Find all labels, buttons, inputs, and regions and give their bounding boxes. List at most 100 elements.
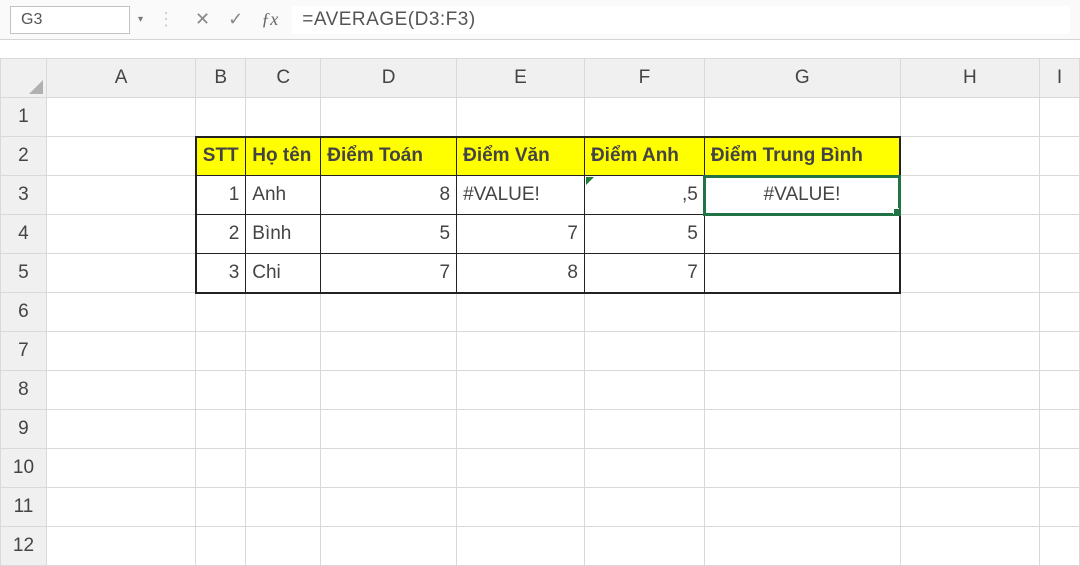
- cell-A2[interactable]: [46, 137, 195, 176]
- cell-H11[interactable]: [900, 488, 1039, 527]
- cell-I3[interactable]: [1040, 176, 1080, 215]
- cell-G2[interactable]: Điểm Trung Bình: [704, 137, 900, 176]
- cell-D8[interactable]: [321, 371, 457, 410]
- cell-H3[interactable]: [900, 176, 1039, 215]
- cell-I9[interactable]: [1040, 410, 1080, 449]
- cell-F3[interactable]: ! ,5: [584, 176, 704, 215]
- cell-H9[interactable]: [900, 410, 1039, 449]
- cell-C6[interactable]: [246, 293, 321, 332]
- cell-G3[interactable]: #VALUE!: [704, 176, 900, 215]
- cell-D1[interactable]: [321, 98, 457, 137]
- cell-B7[interactable]: [196, 332, 246, 371]
- cell-F12[interactable]: [584, 527, 704, 566]
- cell-A3[interactable]: [46, 176, 195, 215]
- col-head-D[interactable]: D: [321, 59, 457, 98]
- cell-D3[interactable]: 8: [321, 176, 457, 215]
- cell-E10[interactable]: [457, 449, 585, 488]
- cell-F7[interactable]: [584, 332, 704, 371]
- cell-B5[interactable]: 3: [196, 254, 246, 293]
- name-box-dropdown-icon[interactable]: ▾: [138, 14, 143, 25]
- cell-C2[interactable]: Họ tên: [246, 137, 321, 176]
- cell-I7[interactable]: [1040, 332, 1080, 371]
- cell-D7[interactable]: [321, 332, 457, 371]
- row-head-10[interactable]: 10: [1, 449, 47, 488]
- cell-H10[interactable]: [900, 449, 1039, 488]
- cell-C9[interactable]: [246, 410, 321, 449]
- confirm-icon[interactable]: ✓: [228, 9, 243, 30]
- cell-H6[interactable]: [900, 293, 1039, 332]
- cell-G12[interactable]: [704, 527, 900, 566]
- cell-C3[interactable]: Anh: [246, 176, 321, 215]
- cell-D2[interactable]: Điểm Toán: [321, 137, 457, 176]
- cell-D6[interactable]: [321, 293, 457, 332]
- cell-C11[interactable]: [246, 488, 321, 527]
- cell-A4[interactable]: [46, 215, 195, 254]
- fx-icon[interactable]: ƒx: [261, 9, 278, 30]
- cell-A1[interactable]: [46, 98, 195, 137]
- cell-A5[interactable]: [46, 254, 195, 293]
- cell-F11[interactable]: [584, 488, 704, 527]
- cell-H7[interactable]: [900, 332, 1039, 371]
- cell-B2[interactable]: STT: [196, 137, 246, 176]
- cell-I8[interactable]: [1040, 371, 1080, 410]
- formula-input[interactable]: =AVERAGE(D3:F3): [292, 6, 1070, 34]
- cell-G1[interactable]: [704, 98, 900, 137]
- cell-F9[interactable]: [584, 410, 704, 449]
- cell-C1[interactable]: [246, 98, 321, 137]
- cell-C7[interactable]: [246, 332, 321, 371]
- row-head-9[interactable]: 9: [1, 410, 47, 449]
- row-head-6[interactable]: 6: [1, 293, 47, 332]
- cell-C4[interactable]: Bình: [246, 215, 321, 254]
- cell-B4[interactable]: 2: [196, 215, 246, 254]
- cell-D9[interactable]: [321, 410, 457, 449]
- cell-B8[interactable]: [196, 371, 246, 410]
- cell-E1[interactable]: [457, 98, 585, 137]
- cell-F5[interactable]: 7: [584, 254, 704, 293]
- cell-H12[interactable]: [900, 527, 1039, 566]
- cell-B1[interactable]: [196, 98, 246, 137]
- cell-I6[interactable]: [1040, 293, 1080, 332]
- cell-G7[interactable]: [704, 332, 900, 371]
- cell-A9[interactable]: [46, 410, 195, 449]
- cell-H4[interactable]: [900, 215, 1039, 254]
- cell-I11[interactable]: [1040, 488, 1080, 527]
- cell-I10[interactable]: [1040, 449, 1080, 488]
- cell-E9[interactable]: [457, 410, 585, 449]
- row-head-11[interactable]: 11: [1, 488, 47, 527]
- cell-C10[interactable]: [246, 449, 321, 488]
- cell-A10[interactable]: [46, 449, 195, 488]
- col-head-H[interactable]: H: [900, 59, 1039, 98]
- row-head-4[interactable]: 4: [1, 215, 47, 254]
- cell-A6[interactable]: [46, 293, 195, 332]
- cell-E12[interactable]: [457, 527, 585, 566]
- cell-C12[interactable]: [246, 527, 321, 566]
- cell-A11[interactable]: [46, 488, 195, 527]
- cell-B10[interactable]: [196, 449, 246, 488]
- cancel-icon[interactable]: ✕: [195, 9, 210, 30]
- row-head-1[interactable]: 1: [1, 98, 47, 137]
- cell-E6[interactable]: [457, 293, 585, 332]
- row-head-8[interactable]: 8: [1, 371, 47, 410]
- cell-E7[interactable]: [457, 332, 585, 371]
- cell-E5[interactable]: 8: [457, 254, 585, 293]
- cell-H1[interactable]: [900, 98, 1039, 137]
- cell-G4[interactable]: [704, 215, 900, 254]
- col-head-A[interactable]: A: [46, 59, 195, 98]
- row-head-2[interactable]: 2: [1, 137, 47, 176]
- cell-I2[interactable]: [1040, 137, 1080, 176]
- cell-D4[interactable]: 5: [321, 215, 457, 254]
- cell-B3[interactable]: 1: [196, 176, 246, 215]
- cell-H5[interactable]: [900, 254, 1039, 293]
- col-head-B[interactable]: B: [196, 59, 246, 98]
- cell-D11[interactable]: [321, 488, 457, 527]
- cell-F6[interactable]: [584, 293, 704, 332]
- cell-F10[interactable]: [584, 449, 704, 488]
- cell-B9[interactable]: [196, 410, 246, 449]
- cell-E4[interactable]: 7: [457, 215, 585, 254]
- cell-H8[interactable]: [900, 371, 1039, 410]
- row-head-3[interactable]: 3: [1, 176, 47, 215]
- cell-G8[interactable]: [704, 371, 900, 410]
- col-head-G[interactable]: G: [704, 59, 900, 98]
- cell-G9[interactable]: [704, 410, 900, 449]
- cell-I4[interactable]: [1040, 215, 1080, 254]
